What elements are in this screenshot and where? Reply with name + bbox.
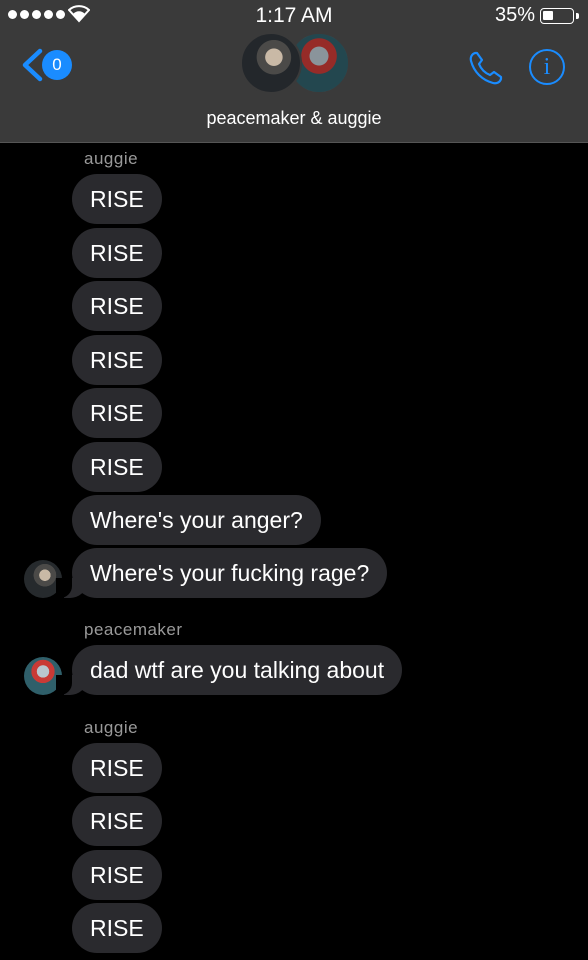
info-icon[interactable]: i xyxy=(529,49,565,85)
message-text: RISE xyxy=(90,293,144,319)
message-text: RISE xyxy=(90,755,144,781)
sender-label: peacemaker xyxy=(84,620,183,639)
message-text: RISE xyxy=(90,454,144,480)
status-bar: 1:17 AM 35% xyxy=(0,0,588,30)
message-bubble[interactable]: dad wtf are you talking about xyxy=(55,645,403,695)
message-text: RISE xyxy=(90,347,144,373)
sender-label: auggie xyxy=(84,718,139,737)
message-text: RISE xyxy=(90,186,144,212)
group-avatar[interactable] xyxy=(240,32,350,96)
avatar-auggie xyxy=(240,32,302,94)
message-bubble[interactable]: RISE xyxy=(72,174,162,224)
unread-count-badge: 0 xyxy=(42,50,72,80)
battery-icon xyxy=(540,8,574,24)
message-bubble[interactable]: RISE xyxy=(72,335,162,385)
sender-label: auggie xyxy=(84,149,139,168)
battery-tip xyxy=(576,13,579,19)
battery-percentage: 35% xyxy=(494,4,535,26)
conversation-title[interactable]: peacemaker & auggie xyxy=(0,108,588,129)
message-bubble[interactable]: RISE xyxy=(72,796,162,846)
message-text: RISE xyxy=(90,400,144,426)
message-bubble[interactable]: RISE xyxy=(72,442,162,492)
message-text: dad wtf are you talking about xyxy=(90,657,385,683)
message-thread[interactable]: auggie RISE RISE RISE RISE RISE RISE Whe… xyxy=(0,144,588,960)
message-text: RISE xyxy=(90,808,144,834)
message-bubble[interactable]: RISE xyxy=(72,281,162,331)
message-bubble[interactable]: RISE xyxy=(72,850,162,900)
message-text: Where's your anger? xyxy=(90,507,303,533)
message-bubble[interactable]: RISE xyxy=(72,228,162,278)
message-bubble[interactable]: RISE xyxy=(72,903,162,953)
message-bubble[interactable]: RISE xyxy=(72,388,162,438)
message-bubble[interactable]: RISE xyxy=(72,743,162,793)
message-bubble[interactable]: Where's your anger? xyxy=(72,495,321,545)
message-text: RISE xyxy=(90,862,144,888)
phone-icon[interactable] xyxy=(466,48,506,88)
message-text: RISE xyxy=(90,915,144,941)
conversation-header: 0 peacemaker & auggie i xyxy=(0,30,588,143)
message-text: Where's your fucking rage? xyxy=(90,560,370,586)
chevron-left-icon xyxy=(22,48,43,82)
back-button[interactable]: 0 xyxy=(20,48,72,82)
message-bubble[interactable]: Where's your fucking rage? xyxy=(55,548,388,598)
message-text: RISE xyxy=(90,240,144,266)
